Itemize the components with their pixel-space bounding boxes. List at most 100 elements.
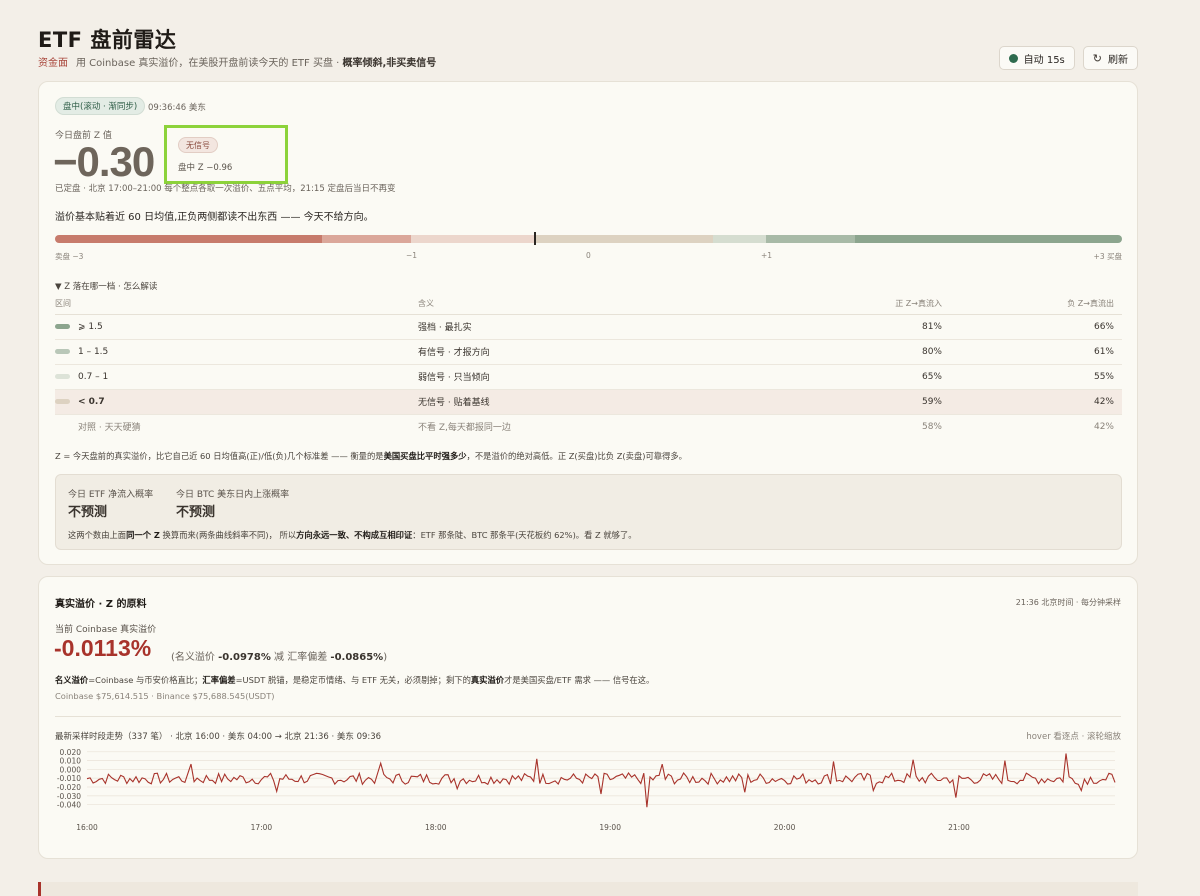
band-range: 0.7 – 1 <box>78 371 109 382</box>
z-band-expander[interactable]: ▼ Z 落在哪一档 · 怎么解读 <box>55 280 157 292</box>
gauge-seg-weak-sell <box>411 235 536 243</box>
y-tick-label: -0.030 <box>57 792 81 801</box>
x-tick-label: 16:00 <box>76 823 98 832</box>
band-swatch <box>55 348 70 354</box>
status-badge: 盘中(滚动 · 渐同步) <box>55 97 146 115</box>
y-tick-labels: 0.0200.0100.000-0.010-0.020-0.030-0.040 <box>57 748 81 810</box>
band-range: < 0.7 <box>78 396 105 407</box>
z-band-table: 区间 含义 正 Z→真流入 负 Z→真流出 ⩾ 1.5 强档 · 最扎实 81%… <box>55 294 1122 439</box>
refresh-button[interactable]: ↻ 刷新 <box>1082 46 1138 70</box>
band-meaning: 强档 · 最扎实 <box>418 314 778 340</box>
band-meaning: 无信号 · 贴着基线 <box>418 389 778 415</box>
band-meaning: 弱信号 · 只当倾向 <box>418 364 778 390</box>
col-range: 区间 <box>55 294 418 315</box>
gauge-seg-buy <box>766 235 855 243</box>
probability-box: 今日 ETF 净流入概率 不预测 今日 BTC 美东日内上涨概率 不预测 这两个… <box>55 474 1122 550</box>
col-meaning: 含义 <box>418 294 778 315</box>
intraday-z: 盘中 Z −0.96 <box>178 163 233 173</box>
premium-meta: 21:36 北京时间 · 每分钟采样 <box>1015 598 1121 607</box>
page: ETF 盘前雷达 资金面用 Coinbase 真实溢价，在美股开盘前读今天的 E… <box>38 0 1138 859</box>
prob-etf-label: 今日 ETF 净流入概率 <box>68 490 154 500</box>
signal-badge: 无信号 <box>178 137 218 153</box>
fx-deviation: -0.0865% <box>330 652 384 663</box>
band-meaning: 不看 Z,每天都报同一边 <box>418 423 511 434</box>
y-tick-label: 0.020 <box>60 748 82 757</box>
premium-value: -0.0113% <box>54 635 152 661</box>
refresh-label: 刷新 <box>1108 54 1128 66</box>
chart-caption: 最新采样时段走势（337 笔） · 北京 16:00 · 美东 04:00 → … <box>55 732 382 742</box>
gauge-tick: −1 <box>406 251 418 260</box>
gauge-tick: +3 买盘 <box>1093 252 1122 261</box>
band-swatch <box>55 398 70 404</box>
z-gauge <box>55 235 1122 243</box>
band-swatch <box>55 323 70 329</box>
x-tick-label: 17:00 <box>251 823 273 832</box>
gauge-seg-neutral <box>536 235 713 243</box>
premium-label: 当前 Coinbase 真实溢价 <box>55 625 157 635</box>
x-tick-label: 19:00 <box>599 823 621 832</box>
chart-hint: hover 看逐点 · 滚轮缩放 <box>1026 732 1121 742</box>
band-pos: 81% <box>778 314 950 340</box>
status-time: 09:36:46 美东 <box>148 103 206 113</box>
y-tick-label: -0.020 <box>57 783 81 792</box>
z-definition: Z = 今天盘前的真实溢价，比它自己近 60 日均值高(正)/低(负)几个标准差… <box>55 451 687 461</box>
band-neg: 55% <box>950 364 1122 390</box>
auto-refresh-label: 自动 15s <box>1023 54 1065 66</box>
y-tick-label: -0.040 <box>57 801 81 810</box>
gauge-tick: 0 <box>586 251 591 260</box>
z-value: −0.30 <box>53 138 155 185</box>
col-neg: 负 Z→真流出 <box>950 294 1122 315</box>
prob-btc-value: 不预测 <box>176 505 216 520</box>
exchange-prices: Coinbase $75,614.515 · Binance $75,688.5… <box>55 691 275 701</box>
header-actions: 自动 15s ↻ 刷新 <box>998 46 1138 70</box>
band-range: 1 – 1.5 <box>78 346 109 357</box>
page-title: ETF 盘前雷达 <box>38 28 177 52</box>
x-tick-label: 21:00 <box>948 823 970 832</box>
page-header: ETF 盘前雷达 资金面用 Coinbase 真实溢价，在美股开盘前读今天的 E… <box>38 0 1138 80</box>
band-neg: 42% <box>950 389 1122 415</box>
table-row-baseline: 对照 · 天天硬猜 不看 Z,每天都报同一边 58% 42% <box>55 414 1122 439</box>
subtitle-text: 用 Coinbase 真实溢价，在美股开盘前读今天的 ETF 买盘 · <box>76 58 340 69</box>
gauge-ticks: 卖盘 −3 −1 0 +1 +3 买盘 <box>55 251 1122 261</box>
subtitle-bold: 概率倾斜,非买卖信号 <box>342 58 437 69</box>
z-score-card: 盘中(滚动 · 渐同步) 09:36:46 美东 今日盘前 Z 值 −0.30 … <box>38 81 1138 565</box>
band-range: 对照 · 天天硬猜 <box>78 423 141 434</box>
prob-etf-value: 不预测 <box>68 505 108 520</box>
table-row: ⩾ 1.5 强档 · 最扎实 81% 66% <box>55 314 1122 340</box>
band-swatch <box>55 373 70 379</box>
table-row: 1 – 1.5 有信号 · 才报方向 80% 61% <box>55 339 1122 365</box>
highlight-box <box>164 125 288 184</box>
band-range: ⩾ 1.5 <box>78 321 103 332</box>
premium-detail: (名义溢价 -0.0978% 减 汇率偏差 -0.0865%) <box>171 652 388 663</box>
gauge-tick: +1 <box>761 251 773 260</box>
chart-grid <box>87 751 1115 805</box>
gauge-tick: 卖盘 −3 <box>55 252 84 261</box>
live-dot-icon <box>1008 53 1018 63</box>
y-tick-label: -0.010 <box>57 774 81 783</box>
table-row: 0.7 – 1 弱信号 · 只当倾向 65% 55% <box>55 364 1122 390</box>
y-tick-label: 0.010 <box>60 757 82 766</box>
band-pos: 59% <box>778 389 950 415</box>
col-pos: 正 Z→真流入 <box>778 294 950 315</box>
premium-card: 真实溢价 · Z 的原料 21:36 北京时间 · 每分钟采样 当前 Coinb… <box>38 576 1138 859</box>
table-row-active: < 0.7 无信号 · 贴着基线 59% 42% <box>55 389 1122 415</box>
band-neg: 66% <box>950 314 1122 340</box>
prob-btc-label: 今日 BTC 美东日内上涨概率 <box>176 490 290 500</box>
x-tick-label: 18:00 <box>425 823 447 832</box>
band-neg: 42% <box>1093 421 1114 432</box>
x-tick-labels: 16:00 17:00 18:00 19:00 20:00 21:00 <box>76 823 970 832</box>
gauge-seg-strong-buy <box>855 235 1122 243</box>
nominal-premium: -0.0978% <box>218 652 271 663</box>
refresh-icon: ↻ <box>1092 51 1102 65</box>
band-pos: 80% <box>778 339 950 365</box>
auto-refresh-toggle[interactable]: 自动 15s <box>998 46 1075 70</box>
band-meaning: 有信号 · 才报方向 <box>418 339 778 365</box>
premium-line-chart[interactable]: 0.0200.0100.000-0.010-0.020-0.030-0.040 … <box>39 743 1137 838</box>
gauge-seg-weak-buy <box>713 235 766 243</box>
band-neg: 61% <box>950 339 1122 365</box>
premium-series-line <box>86 753 1116 808</box>
y-tick-label: 0.000 <box>60 765 82 774</box>
page-subtitle: 资金面用 Coinbase 真实溢价，在美股开盘前读今天的 ETF 买盘 · 概… <box>38 54 436 69</box>
x-tick-label: 20:00 <box>774 823 796 832</box>
next-card-edge <box>38 882 1138 896</box>
